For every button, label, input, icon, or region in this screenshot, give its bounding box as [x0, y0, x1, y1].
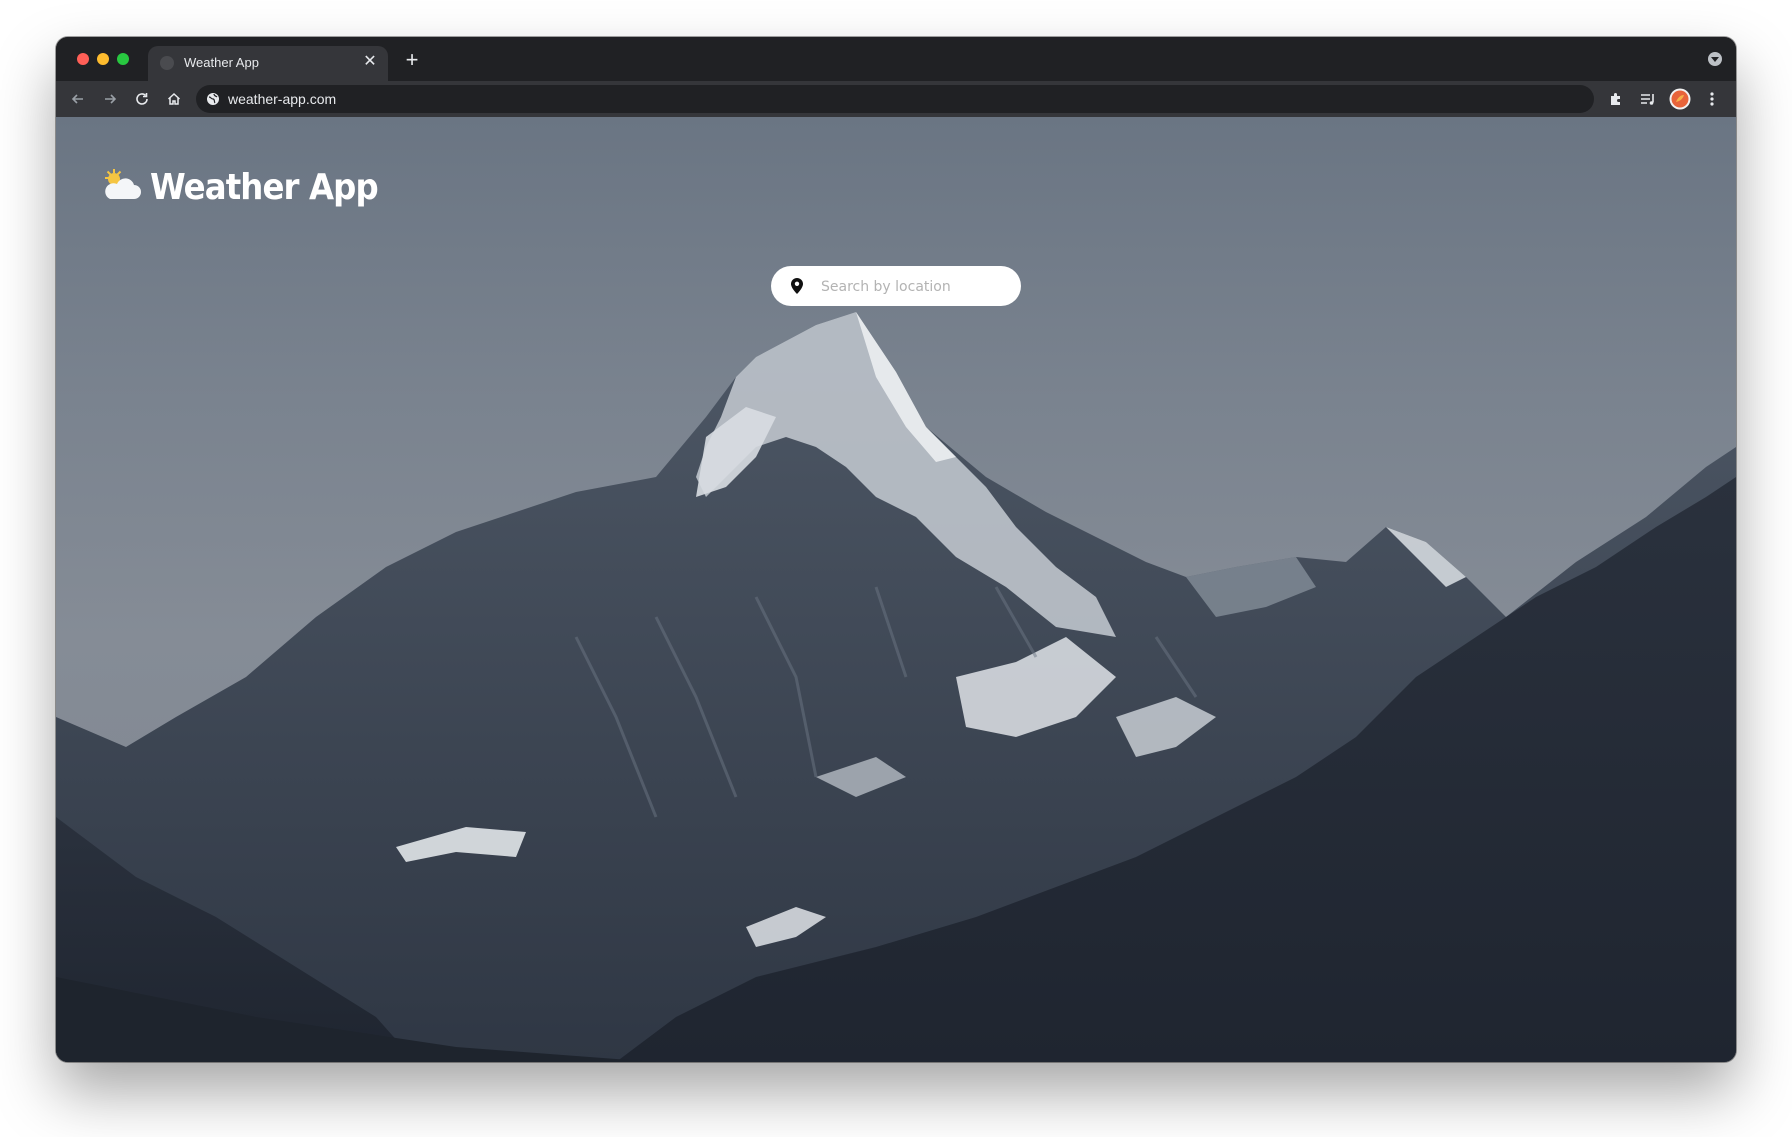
location-pin-icon [791, 278, 803, 299]
page-content: Weather App [56, 117, 1736, 1062]
tab-strip: Weather App ✕ + [56, 37, 1736, 81]
chevron-down-icon[interactable] [1708, 52, 1722, 66]
address-bar[interactable]: weather-app.com [196, 85, 1594, 113]
forward-arrow-icon[interactable] [98, 87, 122, 111]
browser-window: Weather App ✕ + weather-app.com Weather … [56, 37, 1736, 1062]
close-tab-icon[interactable]: ✕ [360, 52, 380, 72]
reload-icon[interactable] [130, 87, 154, 111]
mountain-background-image [56, 312, 1736, 1062]
tab-weather-app[interactable]: Weather App ✕ [148, 46, 388, 81]
minimize-window-button[interactable] [97, 53, 109, 65]
address-url: weather-app.com [228, 91, 337, 107]
app-header: Weather App [102, 167, 403, 208]
search-input[interactable] [819, 274, 1013, 300]
globe-icon [160, 56, 174, 70]
maximize-window-button[interactable] [117, 53, 129, 65]
tab-title: Weather App [184, 55, 259, 70]
page-title: Weather App [150, 167, 379, 208]
back-arrow-icon[interactable] [66, 87, 90, 111]
reading-list-icon[interactable] [1636, 87, 1660, 111]
search-bar[interactable] [771, 266, 1021, 306]
sun-behind-cloud-icon [102, 167, 142, 208]
menu-kebab-icon[interactable] [1700, 87, 1724, 111]
new-tab-button[interactable]: + [400, 49, 424, 73]
home-icon[interactable] [162, 87, 186, 111]
profile-avatar[interactable] [1668, 87, 1692, 111]
browser-toolbar: weather-app.com [56, 81, 1736, 117]
close-window-button[interactable] [77, 53, 89, 65]
site-info-icon[interactable] [206, 92, 220, 106]
extensions-icon[interactable] [1604, 87, 1628, 111]
